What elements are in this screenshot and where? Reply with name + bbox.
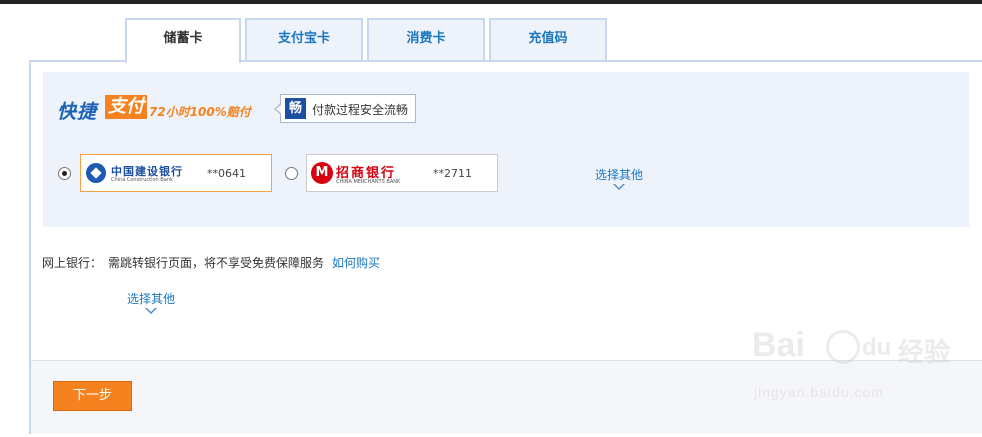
- how-to-buy-link[interactable]: 如何购买: [332, 256, 380, 270]
- select-other-label: 选择其他: [127, 292, 176, 306]
- tab-consumer-card[interactable]: 消费卡: [367, 18, 485, 60]
- paw-icon: [826, 330, 860, 364]
- chevron-down-icon: [145, 308, 157, 314]
- tab-recharge-code[interactable]: 充值码: [489, 18, 607, 60]
- bank-name-en: CHINA MERCHANTS BANK: [336, 179, 401, 185]
- tab-debit-card[interactable]: 储蓄卡: [125, 18, 241, 63]
- smooth-icon: 畅: [285, 98, 306, 119]
- select-other-card-button[interactable]: 选择其他: [595, 166, 644, 190]
- card-number: **0641: [207, 167, 246, 180]
- radio-ccb[interactable]: [58, 167, 71, 180]
- quick-pay-logo-text: 快捷: [57, 101, 98, 123]
- bank-card-cmb[interactable]: M 招商银行 CHINA MERCHANTS BANK **2711: [306, 154, 498, 192]
- watermark-brand: Bai: [752, 326, 805, 364]
- quick-pay-logo-highlight: 支付: [105, 95, 147, 119]
- watermark-url: jingyan.baidu.com: [754, 384, 884, 400]
- secure-badge: 畅 付款过程安全流畅: [274, 94, 416, 123]
- card-number: **2711: [433, 167, 472, 180]
- radio-cmb[interactable]: [285, 167, 298, 180]
- cmb-logo-icon: M: [311, 162, 333, 184]
- bank-name-en: China Construction Bank: [111, 177, 173, 183]
- net-bank-description: 需跳转银行页面，将不享受免费保障服务: [108, 256, 325, 270]
- net-bank-row: 网上银行： 需跳转银行页面，将不享受免费保障服务 如何购买: [42, 254, 380, 271]
- watermark-brand-suffix: du: [862, 334, 892, 361]
- tab-alipay-card[interactable]: 支付宝卡: [245, 18, 363, 60]
- baidu-jingyan-watermark: Bai du 经验 jingyan.baidu.com: [752, 326, 972, 412]
- ccb-logo-icon: [86, 163, 106, 183]
- net-bank-label: 网上银行：: [42, 256, 103, 270]
- select-other-label: 选择其他: [595, 168, 644, 182]
- quick-pay-section: 快捷 支付 72小时100%赔付 畅 付款过程安全流畅 中国建设银行 China…: [43, 72, 969, 227]
- chevron-down-icon: [613, 184, 625, 190]
- watermark-jingyan: 经验: [898, 338, 951, 368]
- bank-card-ccb[interactable]: 中国建设银行 China Construction Bank **0641: [80, 154, 272, 192]
- next-step-button[interactable]: 下一步: [53, 381, 132, 411]
- secure-text: 付款过程安全流畅: [312, 103, 409, 117]
- select-other-bank-button[interactable]: 选择其他: [127, 290, 176, 314]
- guarantee-text: 72小时100%赔付: [149, 105, 251, 119]
- top-bar: [0, 0, 982, 4]
